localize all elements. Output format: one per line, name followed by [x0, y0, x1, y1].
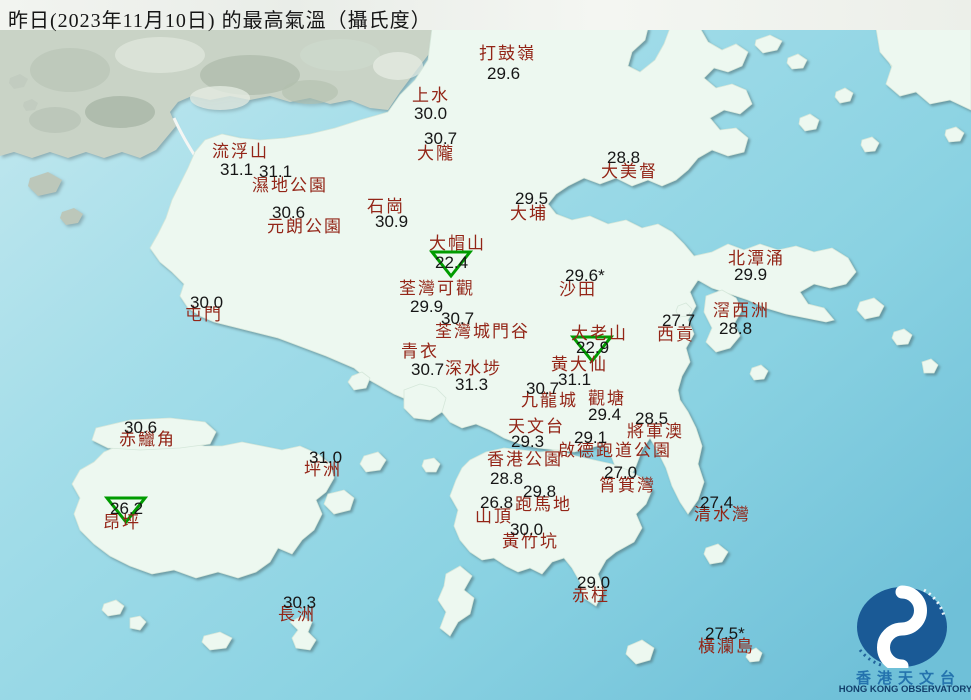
station-value: 28.5	[635, 409, 669, 428]
station-value: 28.8	[607, 148, 641, 167]
station-name: 荃灣可觀	[399, 279, 475, 298]
station-value: 26.2	[110, 499, 144, 518]
station-value: 31.0	[309, 448, 343, 467]
station-value: 27.7	[662, 311, 696, 330]
station-value: 30.6	[272, 203, 306, 222]
station-value: 29.9	[410, 297, 444, 316]
station-value: 29.3	[511, 432, 545, 451]
hko-logo-english-name: HONG KONG OBSERVATORY	[838, 684, 971, 695]
station-name: 青衣	[401, 342, 439, 361]
station-value: 29.6	[487, 64, 521, 83]
hko-max-temperature-map: 昨日(2023年11月10日) 的最高氣溫（攝氏度） 打鼓嶺 29.6 上水 30.0…	[0, 0, 971, 700]
station-name: 打鼓嶺	[479, 44, 536, 63]
hong-kong-basemap	[0, 0, 971, 700]
station-value: 29.8	[523, 482, 557, 501]
station-value: 30.3	[283, 593, 317, 612]
station-value: 31.1	[259, 162, 293, 181]
station-value: 29.5	[515, 189, 549, 208]
station-name: 滘西洲	[713, 301, 770, 320]
map-title: 昨日(2023年11月10日) 的最高氣溫（攝氏度）	[8, 10, 432, 32]
hko-emblem-icon	[857, 585, 947, 673]
station-name: 流浮山	[212, 142, 269, 161]
station-value: 28.8	[490, 469, 524, 488]
station-value: 30.0	[190, 293, 224, 312]
station-value: 30.7	[526, 379, 560, 398]
station-value: 31.1	[558, 370, 592, 389]
station-value: 29.1	[574, 428, 608, 447]
station-name: 香港公園	[487, 450, 563, 469]
station-name: 大帽山	[429, 234, 486, 253]
station-value: 30.7	[411, 360, 445, 379]
station-value: 27.4	[700, 493, 734, 512]
station-value: 29.0	[577, 573, 611, 592]
station-value: 29.4	[588, 405, 622, 424]
station-value: 29.9	[734, 265, 768, 284]
title-bar: 昨日(2023年11月10日) 的最高氣溫（攝氏度）	[0, 0, 971, 32]
station-value: 30.7	[424, 129, 458, 148]
station-value: 30.7	[441, 309, 475, 328]
station-value: 30.0	[510, 520, 544, 539]
station-value: 22.9	[576, 338, 610, 357]
station-value: 30.0	[414, 104, 448, 123]
station-value: 28.8	[719, 319, 753, 338]
station-value: 27.0	[604, 463, 638, 482]
station-value: 30.9	[375, 212, 409, 231]
station-value: 26.8	[480, 493, 514, 512]
station-value: 31.3	[455, 375, 489, 394]
station-name: 上水	[412, 86, 450, 105]
station-value: 30.6	[124, 418, 158, 437]
station-value: 29.6*	[565, 266, 605, 285]
station-value: 27.5*	[705, 624, 745, 643]
station-value: 22.4	[435, 253, 469, 272]
hko-logo: 香港天文台 HONG KONG OBSERVATORY	[839, 572, 971, 700]
station-value: 31.1	[220, 160, 254, 179]
